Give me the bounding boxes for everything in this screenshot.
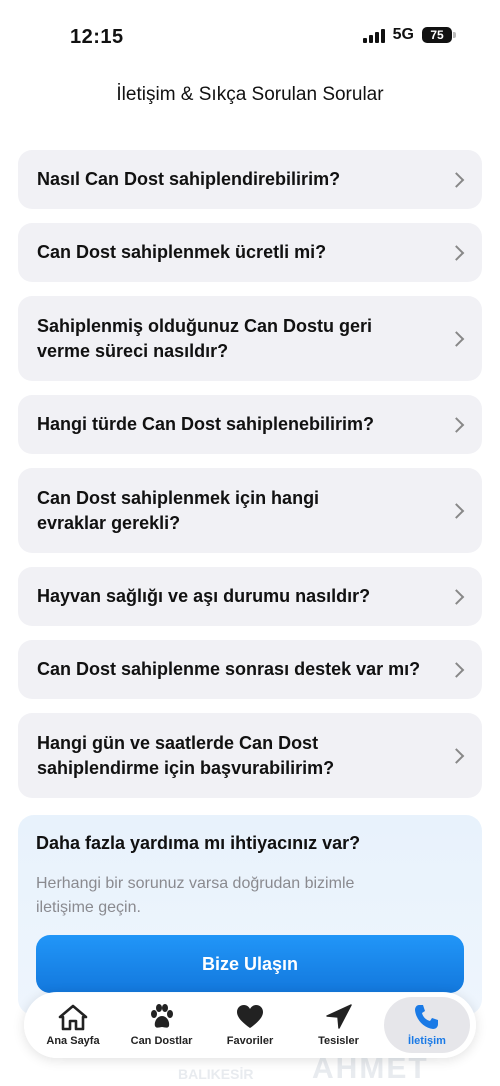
- faq-list: Nasıl Can Dost sahiplendirebilirim? Can …: [18, 150, 482, 812]
- tab-home[interactable]: Ana Sayfa: [30, 997, 116, 1053]
- home-icon: [58, 1003, 88, 1031]
- navigation-arrow-icon: [324, 1003, 354, 1031]
- status-time: 12:15: [70, 26, 124, 48]
- tab-label: Ana Sayfa: [46, 1035, 100, 1047]
- faq-item[interactable]: Sahiplenmiş olduğunuz Can Dostu geri ver…: [18, 296, 482, 381]
- faq-question: Hangi türde Can Dost sahiplenebilirim?: [37, 414, 375, 434]
- tab-iletisim[interactable]: İletişim: [384, 997, 470, 1053]
- chevron-right-icon: [448, 747, 465, 764]
- faq-item[interactable]: Can Dost sahiplenmek için hangi evraklar…: [18, 468, 482, 553]
- page-title: İletişim & Sıkça Sorulan Sorular: [116, 84, 384, 105]
- chevron-right-icon: [448, 171, 465, 188]
- chevron-right-icon: [448, 330, 465, 347]
- faq-question: Hangi gün ve saatlerde Can Dost sahiplen…: [37, 732, 335, 778]
- contact-us-button[interactable]: Bize Ulaşın: [36, 935, 464, 993]
- chevron-right-icon: [448, 502, 465, 519]
- faq-item[interactable]: Can Dost sahiplenmek ücretli mi?: [18, 223, 482, 282]
- heart-icon: [235, 1003, 265, 1031]
- tab-tesisler[interactable]: Tesisler: [296, 997, 382, 1053]
- faq-item[interactable]: Nasıl Can Dost sahiplendirebilirim?: [18, 150, 482, 209]
- battery-icon: 75: [422, 27, 456, 43]
- status-indicators: 5G 75: [362, 26, 456, 44]
- battery-level: 75: [430, 28, 444, 42]
- network-type: 5G: [392, 26, 414, 43]
- help-card-text: Herhangi bir sorunuz varsa doğrudan bizi…: [36, 875, 355, 916]
- tab-bar: Ana Sayfa Can Dostlar Favoriler Tesisler…: [24, 992, 476, 1058]
- faq-question: Sahiplenmiş olduğunuz Can Dostu geri ver…: [37, 315, 373, 361]
- chevron-right-icon: [448, 588, 465, 605]
- help-card: Daha fazla yardıma mı ihtiyacınız var? H…: [18, 815, 482, 1015]
- cellular-signal-icon: [362, 27, 385, 43]
- chevron-right-icon: [448, 661, 465, 678]
- chevron-right-icon: [448, 416, 465, 433]
- status-bar: 12:15 5G 75: [0, 0, 500, 72]
- faq-item[interactable]: Hangi türde Can Dost sahiplenebilirim?: [18, 395, 482, 454]
- faq-item[interactable]: Can Dost sahiplenme sonrası destek var m…: [18, 640, 482, 699]
- faq-question: Hayvan sağlığı ve aşı durumu nasıldır?: [37, 586, 371, 606]
- tab-label: Tesisler: [318, 1035, 359, 1047]
- tab-label: İletişim: [408, 1035, 446, 1047]
- faq-item[interactable]: Hayvan sağlığı ve aşı durumu nasıldır?: [18, 567, 482, 626]
- tab-favoriler[interactable]: Favoriler: [207, 997, 293, 1053]
- faq-question: Can Dost sahiplenmek ücretli mi?: [37, 242, 327, 262]
- tab-label: Can Dostlar: [130, 1035, 193, 1047]
- faq-question: Can Dost sahiplenme sonrası destek var m…: [37, 659, 421, 679]
- tab-label: Favoriler: [226, 1035, 274, 1047]
- faq-item[interactable]: Hangi gün ve saatlerde Can Dost sahiplen…: [18, 713, 482, 798]
- chevron-right-icon: [448, 244, 465, 261]
- watermark-text: BALIKESİR: [178, 1066, 254, 1082]
- tab-can-dostlar[interactable]: Can Dostlar: [119, 997, 205, 1053]
- faq-question: Can Dost sahiplenmek için hangi evraklar…: [37, 487, 320, 533]
- faq-question: Nasıl Can Dost sahiplendirebilirim?: [37, 169, 341, 189]
- phone-icon: [412, 1003, 442, 1031]
- help-card-title: Daha fazla yardıma mı ihtiyacınız var?: [36, 833, 361, 853]
- paw-icon: [147, 1003, 177, 1031]
